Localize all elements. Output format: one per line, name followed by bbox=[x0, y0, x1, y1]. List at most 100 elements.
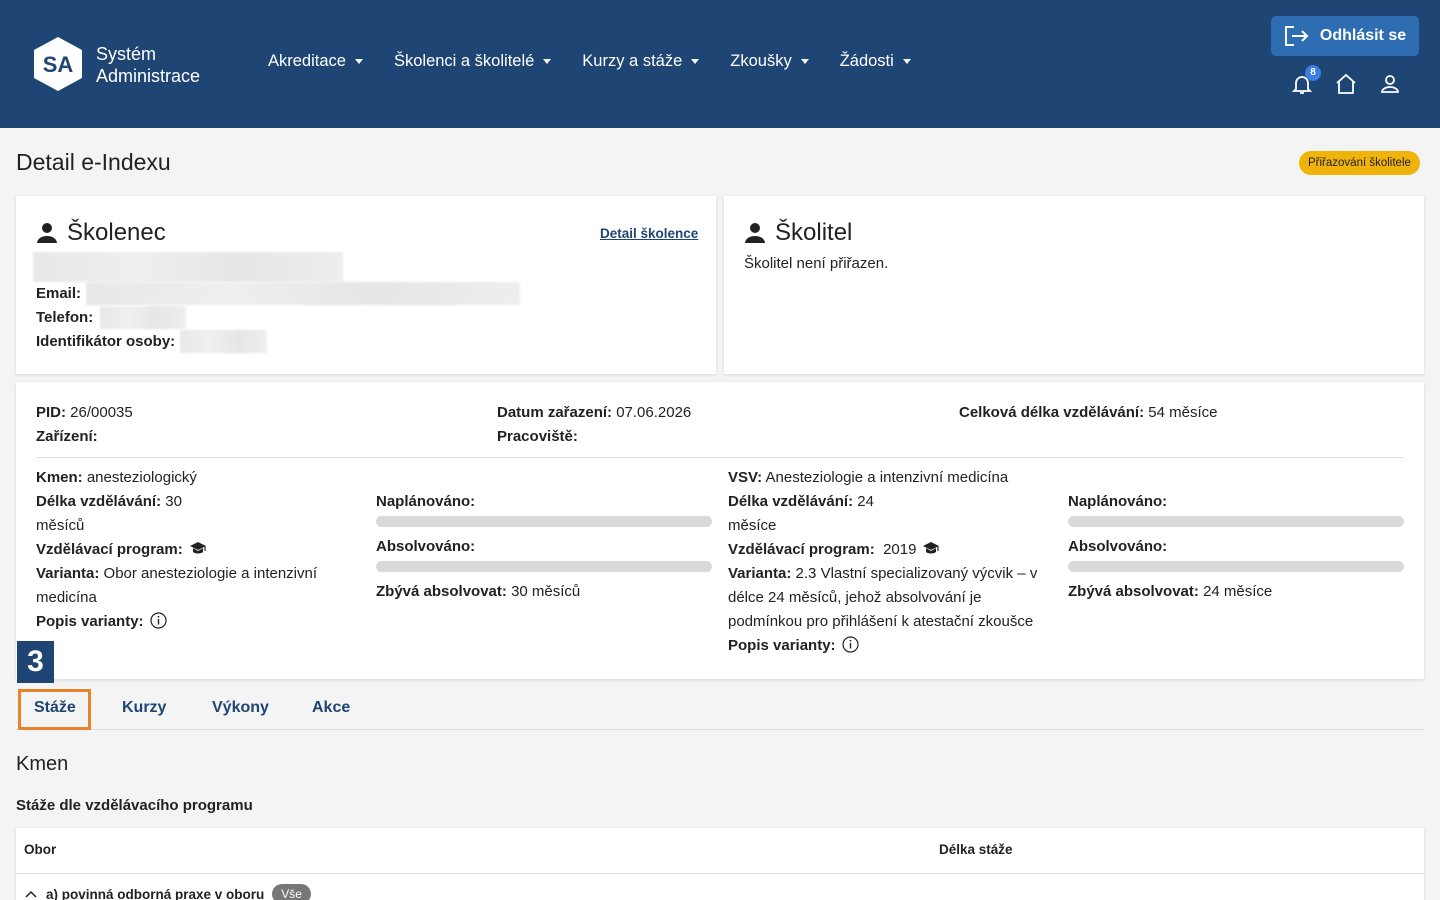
kmen-planned-progress bbox=[376, 516, 712, 527]
total-length-value: 54 měsíce bbox=[1148, 404, 1218, 421]
logo[interactable]: SA bbox=[33, 36, 83, 92]
vsv-variant-label: Varianta: bbox=[728, 565, 792, 582]
graduation-cap-icon[interactable] bbox=[189, 541, 207, 555]
info-icon[interactable] bbox=[841, 636, 859, 653]
vsv-length-row: Délka vzdělávání: 24 bbox=[728, 490, 874, 514]
total-length-row: Celková délka vzdělávání: 54 měsíce bbox=[959, 401, 1217, 425]
chevron-up-icon[interactable] bbox=[24, 889, 38, 899]
vsv-length-label: Délka vzdělávání: bbox=[728, 493, 854, 510]
row-label: a) povinná odborná praxe v oboru bbox=[46, 886, 265, 900]
workplace-label: Pracoviště: bbox=[497, 428, 578, 445]
kmen-length-unit: měsíců bbox=[36, 517, 85, 534]
tab-akce[interactable]: Akce bbox=[312, 699, 350, 717]
pid-row: PID: 26/00035 bbox=[36, 401, 133, 425]
internships-table: Obor Délka stáže a) povinná odborná prax… bbox=[16, 828, 1424, 900]
caret-down-icon bbox=[543, 59, 552, 64]
vsv-variant-desc-label: Popis varianty: bbox=[728, 637, 836, 654]
vsv-variant-value: 2.3 Vlastní specializovaný výcvik – v bbox=[795, 565, 1038, 582]
nav-label: Akreditace bbox=[268, 52, 346, 70]
info-icon[interactable] bbox=[149, 612, 167, 629]
main-nav: Akreditace Školenci a školitelé Kurzy a … bbox=[268, 52, 942, 71]
nav-kurzy[interactable]: Kurzy a stáže bbox=[582, 52, 700, 71]
person-id-label: Identifikátor osoby: bbox=[36, 333, 176, 350]
caret-down-icon bbox=[691, 59, 700, 64]
vsv-planned-text: Naplánováno: bbox=[1068, 493, 1168, 510]
user-profile-icon[interactable] bbox=[1378, 72, 1402, 96]
supervisor-card: Školitel Školitel není přiřazen. bbox=[724, 196, 1424, 374]
kmen-variant-value: Obor anesteziologie a intenzivní bbox=[103, 565, 318, 582]
vsv-program-value: 2019 bbox=[883, 541, 917, 558]
tab-kurzy[interactable]: Kurzy bbox=[122, 699, 166, 717]
kmen-variant-desc-label: Popis varianty: bbox=[36, 613, 144, 630]
nav-label: Kurzy a stáže bbox=[582, 52, 683, 70]
logo-line2: Administrace bbox=[96, 66, 201, 86]
tab-staze[interactable]: Stáže bbox=[34, 699, 76, 717]
eindex-summary-card bbox=[16, 382, 1424, 679]
nav-zkousky[interactable]: Zkoušky bbox=[730, 52, 809, 71]
kmen-planned-label: Naplánováno: bbox=[376, 490, 475, 514]
section-subheading: Stáže dle vzdělávacího programu bbox=[16, 797, 253, 814]
top-header: SA Systém Administrace Akreditace Školen… bbox=[0, 0, 1440, 128]
kmen-planned-text: Naplánováno: bbox=[376, 493, 476, 510]
vsv-remaining-row: Zbývá absolvovat: 24 měsíce bbox=[1068, 580, 1272, 604]
all-badge: Vše bbox=[272, 884, 311, 900]
facility-row: Zařízení: bbox=[36, 425, 98, 449]
pid-value: 26/00035 bbox=[70, 404, 133, 421]
section-heading: Kmen bbox=[16, 753, 69, 775]
nav-label: Zkoušky bbox=[730, 52, 792, 70]
vsv-completed-text: Absolvováno: bbox=[1068, 538, 1168, 555]
column-header-obor[interactable]: Obor bbox=[24, 842, 56, 857]
summary-divider bbox=[36, 457, 1404, 458]
kmen-remaining-label: Zbývá absolvovat: bbox=[376, 583, 507, 600]
vsv-program-label: Vzdělávací program: bbox=[728, 541, 875, 558]
supervisor-heading-text: Školitel bbox=[775, 219, 853, 246]
logout-button[interactable]: Odhlásit se bbox=[1271, 16, 1419, 56]
kmen-program-label: Vzdělávací program: bbox=[36, 541, 183, 558]
page-title: Detail e-Indexu bbox=[16, 149, 171, 175]
logo-text: Systém Administrace bbox=[96, 43, 200, 87]
vsv-length-value: 24 bbox=[857, 493, 874, 510]
kmen-length-label: Délka vzdělávání: bbox=[36, 493, 162, 510]
kmen-variant-row: Varianta: Obor anesteziologie a intenziv… bbox=[36, 562, 317, 586]
trainee-detail-link[interactable]: Detail školence bbox=[600, 226, 698, 241]
vsv-remaining-label: Zbývá absolvovat: bbox=[1068, 583, 1199, 600]
kmen-length-value: 30 bbox=[165, 493, 182, 510]
logo-mark: SA bbox=[43, 52, 74, 77]
vsv-variant-line3: podmínkou pro přihlášení k atestační zko… bbox=[728, 613, 1034, 630]
kmen-length-row: Délka vzdělávání: 30 bbox=[36, 490, 182, 514]
step-marker: 3 bbox=[17, 641, 54, 683]
trainee-heading: Školenec bbox=[36, 219, 166, 247]
tab-vykony[interactable]: Výkony bbox=[212, 699, 269, 717]
email-row: Email: bbox=[36, 282, 81, 306]
vsv-name-row: VSV: Anesteziologie a intenzivní medicín… bbox=[728, 466, 1008, 490]
enrollment-date-label: Datum zařazení: bbox=[497, 404, 613, 421]
vsv-value: Anesteziologie a intenzivní medicína bbox=[765, 469, 1009, 486]
pid-label: PID: bbox=[36, 404, 66, 421]
enrollment-date-value: 07.06.2026 bbox=[616, 404, 692, 421]
email-label: Email: bbox=[36, 285, 82, 302]
graduation-cap-icon[interactable] bbox=[922, 541, 940, 555]
nav-skolenci[interactable]: Školenci a školitelé bbox=[394, 52, 552, 71]
nav-akreditace[interactable]: Akreditace bbox=[268, 52, 363, 71]
kmen-remaining-value: 30 měsíců bbox=[511, 583, 581, 600]
kmen-completed-progress bbox=[376, 561, 712, 572]
vsv-planned-label: Naplánováno: bbox=[1068, 490, 1167, 514]
trainee-heading-text: Školenec bbox=[67, 219, 166, 246]
logo-hexagon-icon: SA bbox=[34, 37, 82, 91]
workplace-row: Pracoviště: bbox=[497, 425, 578, 449]
redacted-person-id bbox=[180, 330, 267, 353]
vsv-label: VSV: bbox=[728, 469, 763, 486]
column-header-length[interactable]: Délka stáže bbox=[939, 842, 1013, 857]
facility-label: Zařízení: bbox=[36, 428, 98, 445]
home-icon[interactable] bbox=[1334, 72, 1358, 96]
nav-zadosti[interactable]: Žádosti bbox=[840, 52, 911, 71]
redacted-name bbox=[33, 252, 343, 282]
kmen-remaining-row: Zbývá absolvovat: 30 měsíců bbox=[376, 580, 580, 604]
vsv-planned-progress bbox=[1068, 516, 1404, 527]
vsv-program-row: Vzdělávací program: 2019 bbox=[728, 538, 940, 562]
kmen-completed-label: Absolvováno: bbox=[376, 535, 475, 559]
vsv-length-unit: měsíce bbox=[728, 517, 777, 534]
vsv-variant-row: Varianta: 2.3 Vlastní specializovaný výc… bbox=[728, 562, 1037, 586]
table-row[interactable]: a) povinná odborná praxe v oboru Vše bbox=[24, 884, 311, 900]
kmen-variant-line2: medicína bbox=[36, 589, 97, 606]
